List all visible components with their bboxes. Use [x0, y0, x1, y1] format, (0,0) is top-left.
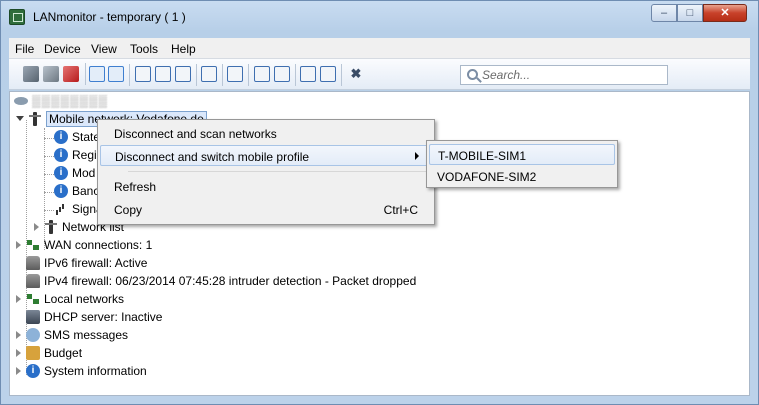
submenu-arrow-icon [415, 152, 419, 160]
profile-submenu: T-MOBILE-SIM1 VODAFONE-SIM2 [426, 140, 618, 188]
search-input[interactable] [482, 68, 662, 82]
device-icon[interactable] [175, 64, 197, 86]
maximize-button[interactable]: □ [677, 4, 703, 22]
search-device-icon[interactable] [254, 66, 270, 82]
disconnect-icon[interactable] [43, 66, 59, 82]
tree-line [44, 210, 54, 211]
expand-toggle[interactable] [16, 295, 21, 303]
app-icon [9, 9, 25, 25]
close-x-icon[interactable]: ✖ [348, 66, 364, 82]
expand-toggle[interactable] [16, 241, 21, 249]
firewall-icon [26, 274, 40, 288]
menu-label: Refresh [114, 180, 157, 194]
tree-label: Regi [72, 148, 97, 162]
menu-label: VODAFONE-SIM2 [437, 170, 537, 184]
tree-label: Banc [72, 184, 100, 198]
tree-line [44, 192, 54, 193]
search-box[interactable] [460, 65, 668, 85]
connect-icon[interactable] [23, 66, 39, 82]
tree-root-device[interactable]: ▒▒▒▒▒▒▒▒ [12, 92, 312, 110]
menu-view[interactable]: View [91, 42, 117, 56]
info-icon: i [54, 166, 68, 180]
tree-label: WAN connections: 1 [44, 238, 153, 252]
grid-icon[interactable] [155, 66, 171, 82]
view-alt-icon[interactable] [108, 64, 130, 86]
tree-item-ipv6-firewall[interactable]: IPv6 firewall: Active [16, 254, 316, 272]
tree-label: SMS messages [44, 328, 129, 342]
menu-shortcut: Ctrl+C [383, 203, 418, 217]
info-icon: i [54, 130, 68, 144]
info-icon: i [54, 184, 68, 198]
expand-toggle[interactable] [16, 367, 21, 375]
submenu-tmobile-sim1[interactable]: T-MOBILE-SIM1 [429, 144, 615, 165]
toolbar: ✖ [9, 59, 750, 90]
tree-item-budget[interactable]: Budget [16, 344, 316, 362]
network-icon[interactable] [135, 66, 151, 82]
signal-icon [54, 202, 68, 216]
info-icon: i [54, 148, 68, 162]
minimize-button[interactable]: – [651, 4, 677, 22]
device-icon [14, 97, 28, 105]
menu-refresh[interactable]: Refresh [100, 176, 432, 197]
menu-file[interactable]: File [15, 42, 34, 56]
tree-label: DHCP server: Inactive [44, 310, 163, 324]
tree-line [44, 174, 54, 175]
menu-disconnect-switch-profile[interactable]: Disconnect and switch mobile profile [100, 145, 432, 166]
menu-separator [128, 171, 430, 172]
info-icon: i [26, 364, 40, 378]
tree-label: Local networks [44, 292, 125, 306]
menu-label: T-MOBILE-SIM1 [438, 149, 527, 163]
tree-label: Mod [72, 166, 96, 180]
context-menu: Disconnect and scan networks Disconnect … [97, 119, 435, 225]
search-icon [467, 69, 478, 80]
close-button[interactable]: ✕ [703, 4, 747, 22]
menu-bar: File Device View Tools Help [9, 38, 750, 59]
settings-icon[interactable] [300, 66, 316, 82]
expand-toggle[interactable] [34, 223, 39, 231]
main-window: LANmonitor - temporary ( 1 ) – □ ✕ File … [0, 0, 759, 405]
mobile-antenna-icon [28, 112, 42, 126]
delete-icon[interactable] [63, 63, 86, 85]
tree-label: System information [44, 364, 147, 378]
tree-item-ipv4-firewall[interactable]: IPv4 firewall: 06/23/2014 07:45:28 intru… [16, 272, 496, 290]
monitor-icon[interactable] [227, 64, 249, 86]
view-icon[interactable] [89, 66, 105, 82]
tree-item-dhcp-server[interactable]: DHCP server: Inactive [16, 308, 316, 326]
sms-icon [26, 328, 40, 342]
tree-label: State [72, 130, 101, 144]
tree-line [44, 138, 54, 139]
list-icon[interactable] [201, 64, 223, 86]
menu-copy[interactable]: Copy Ctrl+C [100, 199, 432, 220]
menu-disconnect-scan[interactable]: Disconnect and scan networks [100, 123, 432, 144]
device-name: ▒▒▒▒▒▒▒▒ [32, 94, 109, 108]
server-icon [26, 310, 40, 324]
chart-icon[interactable] [274, 64, 296, 86]
menu-label: Copy [114, 203, 143, 217]
tree-item-sms-messages[interactable]: SMS messages [16, 326, 316, 344]
menu-label: Disconnect and scan networks [114, 127, 277, 141]
tree-label: IPv6 firewall: Active [44, 256, 148, 270]
tree-item-local-networks[interactable]: Local networks [16, 290, 316, 308]
menu-label: Disconnect and switch mobile profile [115, 150, 310, 164]
collapse-toggle[interactable] [16, 116, 24, 121]
expand-toggle[interactable] [16, 331, 21, 339]
menu-tools[interactable]: Tools [130, 42, 158, 56]
submenu-vodafone-sim2[interactable]: VODAFONE-SIM2 [429, 166, 615, 187]
graph-icon[interactable] [320, 64, 342, 86]
tree-label: Budget [44, 346, 83, 360]
firewall-icon [26, 256, 40, 270]
menu-device[interactable]: Device [44, 42, 81, 56]
budget-icon [26, 346, 40, 360]
tree-label: IPv4 firewall: 06/23/2014 07:45:28 intru… [44, 274, 417, 288]
tree-item-system-information[interactable]: i System information [16, 362, 316, 380]
network-icon [26, 292, 40, 306]
menu-help[interactable]: Help [171, 42, 196, 56]
tree-line [44, 156, 54, 157]
expand-toggle[interactable] [16, 349, 21, 357]
window-title: LANmonitor - temporary ( 1 ) [33, 10, 186, 24]
network-icon [26, 238, 40, 252]
tree-item-wan-connections[interactable]: WAN connections: 1 [16, 236, 316, 254]
mobile-antenna-icon [44, 220, 58, 234]
title-bar[interactable]: LANmonitor - temporary ( 1 ) – □ ✕ [1, 1, 758, 35]
